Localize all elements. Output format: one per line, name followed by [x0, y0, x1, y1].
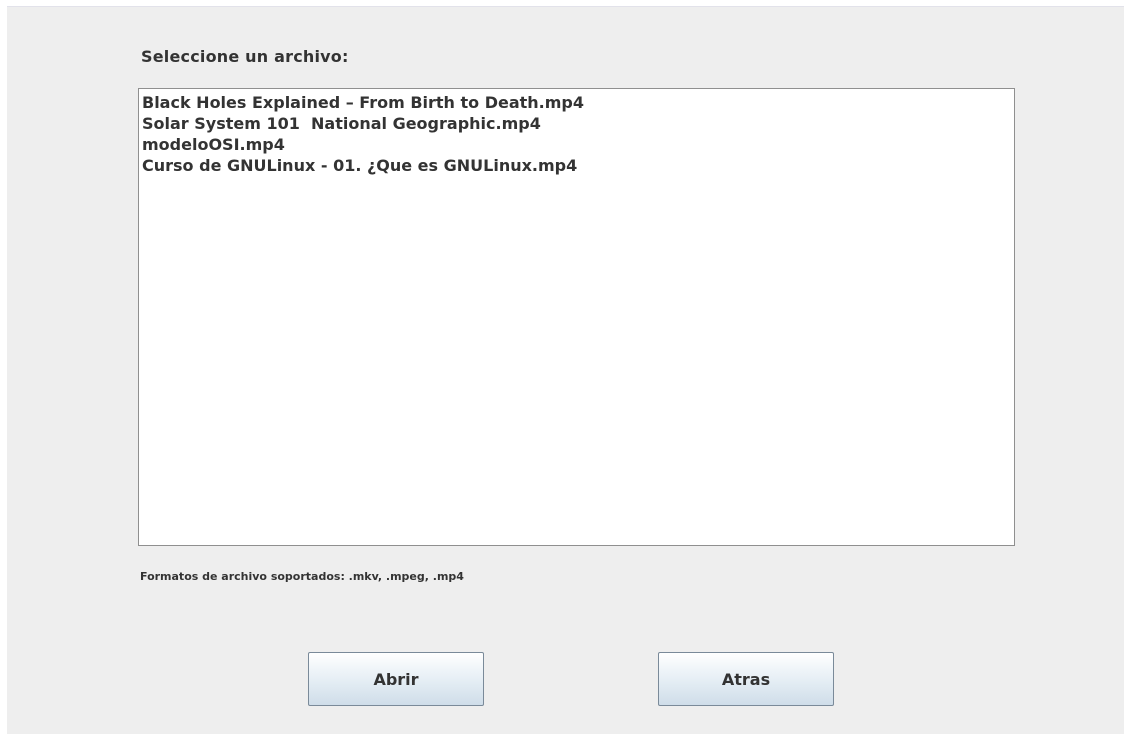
open-button[interactable]: Abrir: [308, 652, 484, 706]
file-list-item[interactable]: Black Holes Explained – From Birth to De…: [142, 92, 1014, 113]
back-button[interactable]: Atras: [658, 652, 834, 706]
file-list-item[interactable]: modeloOSI.mp4: [142, 134, 1014, 155]
supported-formats-note: Formatos de archivo soportados: .mkv, .m…: [140, 570, 464, 583]
file-list-item[interactable]: Solar System 101 National Geographic.mp4: [142, 113, 1014, 134]
file-list[interactable]: Black Holes Explained – From Birth to De…: [138, 88, 1015, 546]
select-file-label: Seleccione un archivo:: [141, 47, 349, 66]
file-list-item[interactable]: Curso de GNULinux - 01. ¿Que es GNULinux…: [142, 155, 1014, 176]
file-chooser-window: Seleccione un archivo: Black Holes Expla…: [7, 6, 1124, 734]
